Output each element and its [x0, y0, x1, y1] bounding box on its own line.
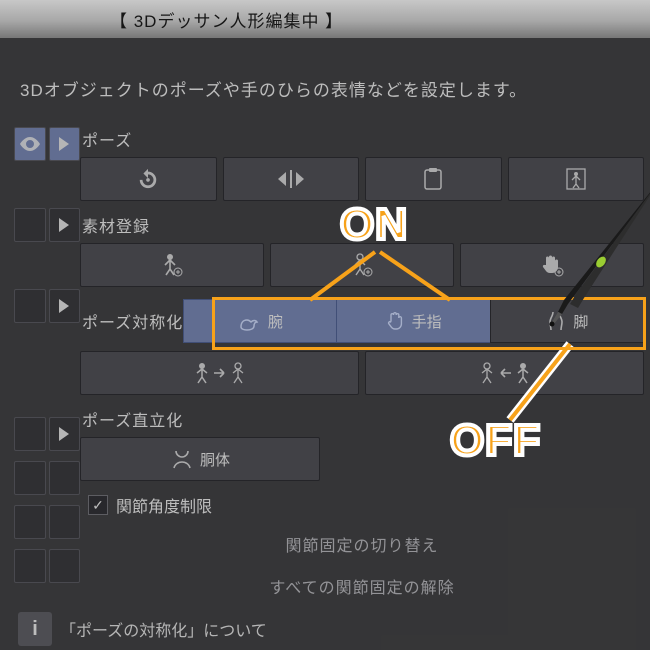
checkbox-icon: ✓	[88, 495, 108, 515]
rail-slot[interactable]	[14, 549, 46, 583]
torso-icon	[170, 448, 194, 470]
flip-horizontal-button[interactable]	[223, 157, 360, 201]
panel-description: 3Dオブジェクトのポーズや手のひらの表情などを設定します。	[0, 38, 650, 127]
info-footer: i 「ポーズの対称化」について	[18, 612, 267, 646]
rail-slot[interactable]	[49, 505, 81, 539]
expand-toggle-symmetry[interactable]	[49, 289, 81, 323]
arm-icon	[238, 311, 262, 331]
upright-torso-button[interactable]: 胴体	[80, 437, 320, 481]
toggle-joint-fix-button[interactable]: 関節固定の切り替え	[80, 527, 644, 561]
clipboard-icon	[424, 168, 442, 190]
symmetry-segment: 腕 手指 脚	[183, 299, 644, 343]
mirror-ltr-button[interactable]	[80, 351, 359, 395]
window-title: 【 3Dデッサン人形編集中 】	[110, 7, 343, 32]
register-pose-button[interactable]	[270, 243, 454, 287]
rail-slot[interactable]	[49, 549, 81, 583]
leg-icon	[545, 310, 567, 332]
visibility-toggle[interactable]	[14, 127, 46, 161]
rail-slot[interactable]	[14, 417, 46, 451]
person-box-icon	[566, 168, 586, 190]
expand-toggle-upright[interactable]	[49, 417, 81, 451]
reset-rotation-button[interactable]	[80, 157, 217, 201]
expand-toggle-material[interactable]	[49, 208, 81, 242]
joint-limit-checkbox[interactable]: ✓ 関節角度制限	[88, 493, 644, 517]
rail-slot[interactable]	[14, 505, 46, 539]
section-label-pose: ポーズ	[82, 127, 644, 151]
pose-plus-icon	[351, 253, 373, 277]
rail-slot[interactable]	[14, 289, 46, 323]
mirror-rtl-icon	[475, 361, 535, 385]
register-hand-button[interactable]	[460, 243, 644, 287]
info-icon: i	[18, 612, 52, 646]
symmetry-leg-toggle[interactable]: 脚	[490, 299, 644, 343]
section-label-material: 素材登録	[82, 213, 644, 237]
mirror-rtl-button[interactable]	[365, 351, 644, 395]
mirror-ltr-icon	[190, 361, 250, 385]
section-label-symmetry: ポーズ対称化	[82, 309, 183, 333]
flip-icon	[278, 169, 304, 189]
symmetry-fingers-toggle[interactable]: 手指	[336, 299, 489, 343]
section-rail	[14, 127, 80, 611]
default-pose-button[interactable]	[508, 157, 645, 201]
symmetry-arm-toggle[interactable]: 腕	[183, 299, 336, 343]
register-full-button[interactable]	[80, 243, 264, 287]
hand-plus-icon	[540, 253, 564, 277]
expand-toggle-pose[interactable]	[49, 127, 81, 161]
section-label-upright: ポーズ直立化	[82, 407, 644, 431]
clipboard-button[interactable]	[365, 157, 502, 201]
release-all-joint-fix-button[interactable]: すべての関節固定の解除	[80, 569, 644, 603]
rail-slot[interactable]	[14, 208, 46, 242]
rail-slot[interactable]	[49, 461, 81, 495]
rotate-icon	[137, 168, 159, 190]
title-bar: 【 3Dデッサン人形編集中 】	[0, 0, 650, 38]
hand-icon	[386, 310, 406, 332]
rail-slot[interactable]	[14, 461, 46, 495]
figure-plus-icon	[161, 253, 183, 277]
info-label: 「ポーズの対称化」について	[60, 617, 267, 641]
